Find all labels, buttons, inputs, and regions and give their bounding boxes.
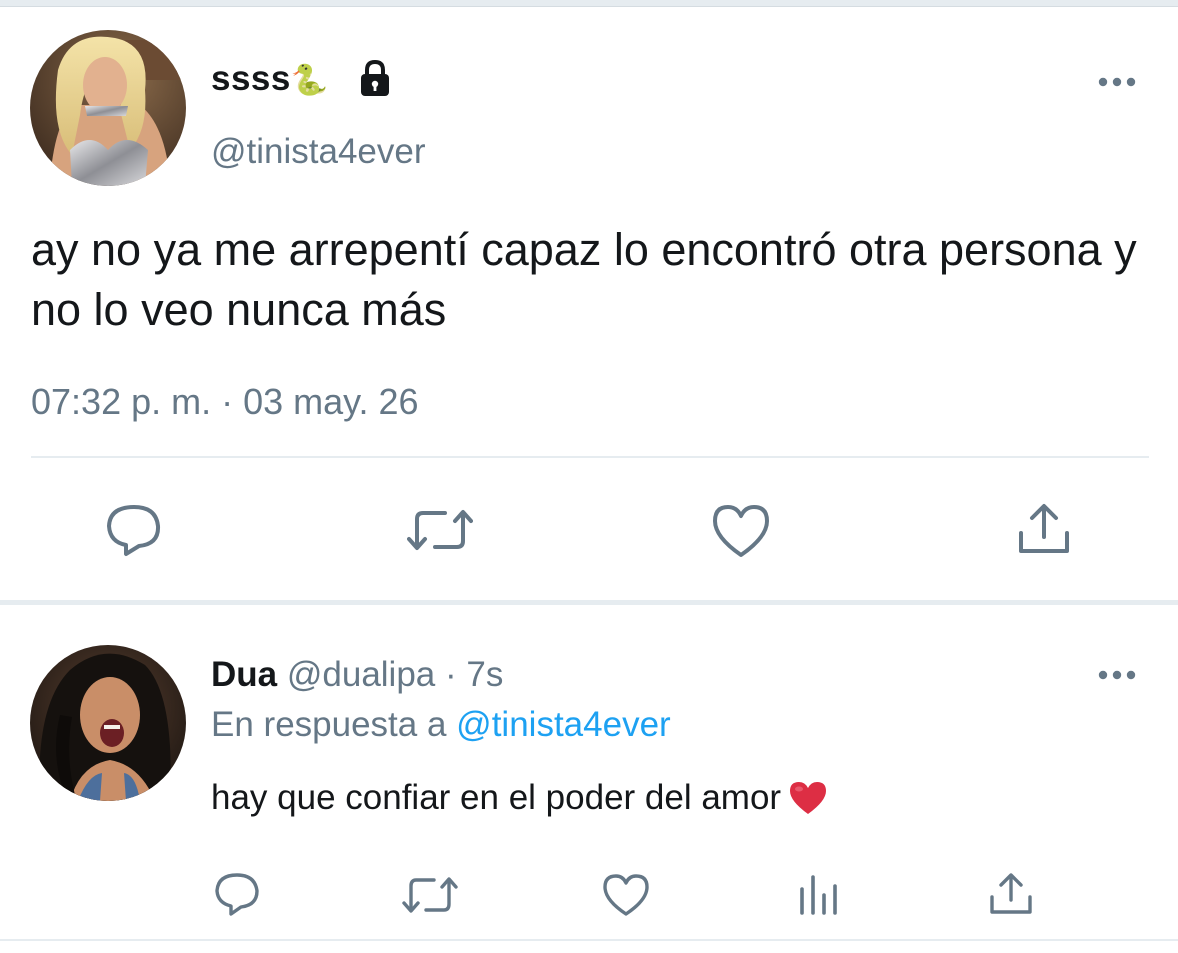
reply-timestamp[interactable]: 7s xyxy=(466,655,503,694)
reply-icon xyxy=(215,873,259,916)
red-heart-emoji xyxy=(789,781,827,824)
reply-text-container: hay que confiar en el poder del amor xyxy=(211,778,827,824)
display-name[interactable]: ssss🐍 xyxy=(211,59,329,99)
user-handle[interactable]: @dualipa xyxy=(287,655,435,694)
retweet-icon xyxy=(407,510,473,550)
retweet-button[interactable] xyxy=(407,507,473,553)
avatar[interactable] xyxy=(30,645,186,801)
like-button[interactable] xyxy=(602,873,650,917)
analytics-button[interactable] xyxy=(798,873,840,917)
user-handle[interactable]: @tinista4ever xyxy=(211,132,426,172)
avatar-photo xyxy=(30,30,186,186)
share-icon xyxy=(990,873,1032,914)
snake-emoji: 🐍 xyxy=(290,64,329,97)
top-divider xyxy=(0,0,1178,7)
avatar-photo xyxy=(30,645,186,801)
replying-to-handle[interactable]: @tinista4ever xyxy=(456,705,671,744)
reply-header: Dua @dualipa · 7s xyxy=(211,655,503,695)
bottom-divider xyxy=(0,939,1178,953)
more-options-icon[interactable] xyxy=(1098,668,1136,680)
reply-button[interactable] xyxy=(213,871,261,917)
replying-to-label: En respuesta a xyxy=(211,705,447,744)
separator-dot: · xyxy=(445,655,457,694)
analytics-icon xyxy=(800,875,837,915)
display-name[interactable]: Dua xyxy=(211,655,277,694)
share-icon xyxy=(1019,504,1069,553)
retweet-icon xyxy=(402,877,458,913)
retweet-button[interactable] xyxy=(402,875,458,915)
avatar[interactable] xyxy=(30,30,186,186)
display-name-text: ssss xyxy=(211,59,291,98)
heart-icon xyxy=(713,505,769,557)
replying-to: En respuesta a @tinista4ever xyxy=(211,705,671,745)
tweet-timestamp[interactable]: 07:32 p. m. · 03 may. 26 xyxy=(31,381,419,423)
divider xyxy=(31,456,1149,458)
reply-tweet[interactable]: Dua @dualipa · 7s En respuesta a @tinist… xyxy=(0,605,1178,941)
reply-icon xyxy=(107,505,161,556)
share-button[interactable] xyxy=(988,871,1034,917)
share-button[interactable] xyxy=(1016,501,1072,557)
like-button[interactable] xyxy=(711,503,771,559)
tweet-text: ay no ya me arrepentí capaz lo encontró … xyxy=(31,224,1137,335)
heart-icon xyxy=(603,874,649,916)
reply-button[interactable] xyxy=(104,502,164,558)
tweet-text: hay que confiar en el poder del amor xyxy=(211,778,782,817)
lock-icon xyxy=(355,58,395,98)
more-options-icon[interactable] xyxy=(1098,75,1136,87)
main-tweet[interactable]: ssss🐍 @tinista4ever ay no ya me arrepent… xyxy=(0,7,1178,602)
